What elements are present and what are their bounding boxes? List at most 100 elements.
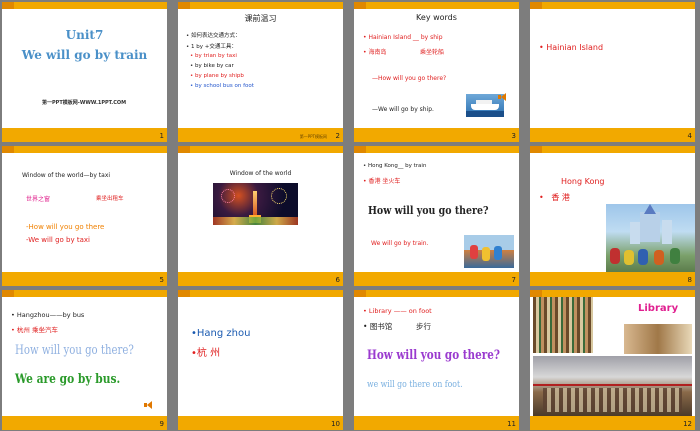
slide-title: 课前温习 bbox=[244, 14, 277, 23]
slide-title: Unit7 bbox=[65, 28, 104, 42]
slide-top-bar bbox=[178, 146, 343, 153]
slide-title: Window of the world bbox=[229, 170, 292, 177]
bullet-line: •杭 州 bbox=[191, 348, 221, 359]
question-line: -How will you go there bbox=[26, 223, 105, 231]
slide-top-bar bbox=[178, 290, 343, 297]
library-hall-image bbox=[533, 356, 692, 416]
slide-thumbnail-3[interactable]: Key words • Hainian Island __ by ship • … bbox=[354, 2, 519, 142]
bullet-line: • 1 by +交通工具： bbox=[186, 44, 237, 50]
slide-number: 12 bbox=[683, 420, 692, 428]
bullet-line: • 海南岛 bbox=[363, 49, 387, 56]
slide-top-bar bbox=[530, 290, 695, 297]
slide-bottom-band bbox=[354, 272, 519, 286]
slide-bottom-band bbox=[178, 416, 343, 430]
bullet-line: • Hong Kong__ by train bbox=[363, 163, 427, 169]
bullet-line: • Library —— on foot bbox=[363, 307, 432, 315]
night-fireworks-image bbox=[213, 183, 298, 225]
slide-number: 10 bbox=[331, 420, 340, 428]
slide-bottom-band bbox=[530, 416, 695, 430]
slide-subtitle: We will go by train bbox=[21, 48, 148, 62]
slide-top-bar bbox=[354, 146, 519, 153]
slide-number: 4 bbox=[687, 132, 692, 140]
slide-number: 8 bbox=[687, 276, 692, 284]
slide-thumbnail-5[interactable]: Window of the world—by taxi 世界之窗 乘坐出租车 -… bbox=[2, 146, 167, 286]
slide-thumbnail-1[interactable]: Unit7 We will go by train 第一PPT模板网-WWW.1… bbox=[2, 2, 167, 142]
chinese-label: 步行 bbox=[416, 322, 431, 331]
bullet-line: •Hang zhou bbox=[191, 328, 251, 339]
slide-bottom-band bbox=[530, 128, 695, 142]
slide-top-corner bbox=[354, 2, 366, 9]
slide-top-corner bbox=[354, 290, 366, 297]
slide-thumbnail-7[interactable]: • Hong Kong__ by train • 香港 坐火车 How will… bbox=[354, 146, 519, 286]
slide-number: 3 bbox=[511, 132, 516, 140]
slide-top-corner bbox=[2, 2, 14, 9]
slide-thumbnail-4[interactable]: • Hainian Island 4 bbox=[530, 2, 695, 142]
bullet-line: • 香港 坐火车 bbox=[363, 178, 401, 185]
library-shelves-image bbox=[533, 297, 593, 353]
slide-top-corner bbox=[530, 146, 542, 153]
slide-top-bar bbox=[178, 2, 343, 9]
bullet-line: • by trian by taxi bbox=[190, 53, 237, 59]
slide-thumbnail-9[interactable]: • Hangzhou——by bus • 杭州 乘坐汽车 How will yo… bbox=[2, 290, 167, 430]
stamp: 第一PPT模板网 bbox=[299, 134, 327, 139]
slide-title: Key words bbox=[416, 13, 457, 22]
chinese-label: 乘坐出租车 bbox=[96, 196, 124, 202]
slide-top-corner bbox=[178, 146, 190, 153]
slide-number: 11 bbox=[507, 420, 516, 428]
chinese-label: 世界之窗 bbox=[26, 196, 51, 203]
slide-top-corner bbox=[530, 2, 542, 9]
question-line: How will you go there? bbox=[15, 343, 134, 358]
slide-thumbnail-12[interactable]: Library 12 bbox=[530, 290, 695, 430]
answer-line: -We will go by taxi bbox=[26, 236, 90, 244]
slide-bottom-band bbox=[2, 416, 167, 430]
slide-top-corner bbox=[2, 290, 14, 297]
slide-title: Window of the world—by taxi bbox=[22, 172, 111, 179]
answer-line: We are go by bus. bbox=[15, 372, 121, 387]
question-line: —How will you go there? bbox=[372, 75, 447, 82]
slide-number: 2 bbox=[335, 132, 340, 140]
slide-top-bar bbox=[2, 290, 167, 297]
slide-footer: 第一PPT模板网-WWW.1PPT.COM bbox=[42, 100, 127, 106]
bullet-line: • 杭州 乘坐汽车 bbox=[11, 326, 58, 334]
slide-top-corner bbox=[178, 290, 190, 297]
slide-thumbnail-6[interactable]: Window of the world 6 bbox=[178, 146, 343, 286]
slide-top-corner bbox=[178, 2, 190, 9]
hongkong-crowd-image bbox=[464, 235, 514, 268]
slide-bottom-band bbox=[178, 272, 343, 286]
question-line: How will you go there? bbox=[367, 348, 500, 363]
slide-bottom-band bbox=[2, 272, 167, 286]
slide-bottom-band bbox=[2, 128, 167, 142]
slide-number: 5 bbox=[159, 276, 164, 284]
slide-thumbnail-2[interactable]: 课前温习 • 如何表达交通方式： • 1 by +交通工具： • by tria… bbox=[178, 2, 343, 142]
slide-top-bar bbox=[354, 290, 519, 297]
slide-top-bar bbox=[530, 2, 695, 9]
slide-top-bar bbox=[2, 146, 167, 153]
question-line: How will you go there? bbox=[368, 203, 489, 217]
speaker-icon[interactable] bbox=[498, 93, 508, 101]
slide-top-corner bbox=[354, 146, 366, 153]
bullet-line: • Hainian Island __ by ship bbox=[363, 34, 443, 41]
slide-bottom-band bbox=[530, 272, 695, 286]
bullet-line: • by plane by shipb bbox=[190, 73, 244, 79]
slide-bottom-band bbox=[354, 416, 519, 430]
slide-top-corner bbox=[2, 146, 14, 153]
bullet-line: • 香 港 bbox=[539, 193, 570, 202]
chinese-label: 乘坐轮船 bbox=[420, 49, 445, 56]
slide-thumbnail-8[interactable]: Hong Kong • 香 港 8 bbox=[530, 146, 695, 286]
slide-top-bar bbox=[2, 2, 167, 9]
slide-thumbnail-11[interactable]: • Library —— on foot • 图书馆 步行 How will y… bbox=[354, 290, 519, 430]
speaker-icon[interactable] bbox=[144, 401, 154, 409]
slide-bottom-band bbox=[354, 128, 519, 142]
bullet-line: • Hainian Island bbox=[539, 43, 604, 52]
slide-number: 1 bbox=[159, 132, 164, 140]
slide-thumbnail-10[interactable]: •Hang zhou •杭 州 10 bbox=[178, 290, 343, 430]
answer-line: We will go by train. bbox=[371, 240, 429, 247]
slide-title: Library bbox=[638, 303, 679, 314]
answer-line: we will go there on foot. bbox=[367, 380, 463, 390]
slide-top-corner bbox=[530, 290, 542, 297]
slide-number: 9 bbox=[159, 420, 164, 428]
slide-top-bar bbox=[530, 146, 695, 153]
disneyland-castle-image bbox=[606, 204, 695, 273]
bullet-line: • 图书馆 bbox=[363, 322, 393, 331]
bullet-line: • by bike by car bbox=[190, 63, 234, 69]
